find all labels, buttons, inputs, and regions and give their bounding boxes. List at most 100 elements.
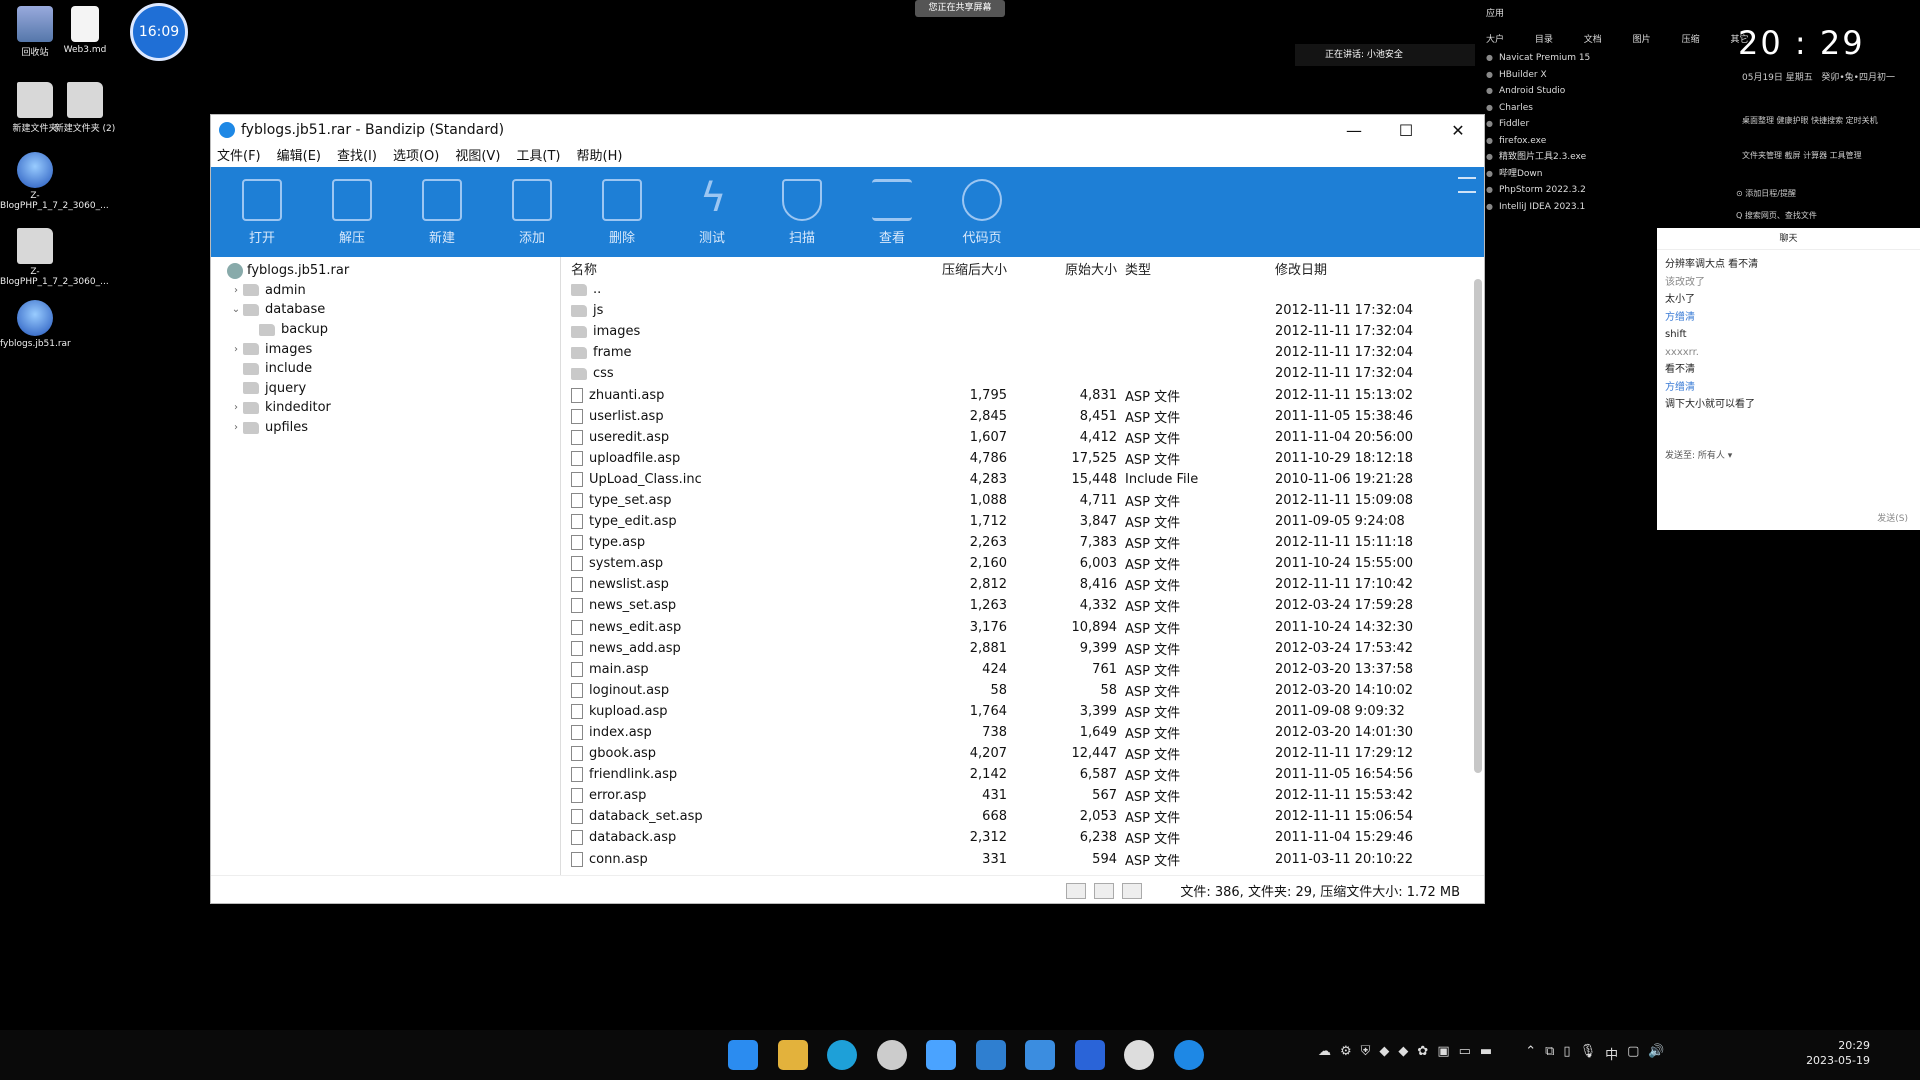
file-row[interactable]: type_edit.asp 1,712 3,847 ASP 文件 2011-09-05 … — [561, 511, 1484, 532]
vertical-scrollbar[interactable] — [1474, 279, 1482, 773]
display-icon[interactable]: ▢ — [1627, 1044, 1639, 1063]
app-shortcut[interactable]: Android Studio — [1486, 83, 1590, 100]
tree-node[interactable]: ⌄ database — [211, 300, 560, 320]
file-row[interactable]: userlist.asp 2,845 8,451 ASP 文件 2011-11-05 1… — [561, 406, 1484, 427]
app-shortcut[interactable]: IntelliJ IDEA 2023.1 — [1486, 199, 1590, 216]
tree-node[interactable]: › upfiles — [211, 418, 560, 438]
p-app-icon[interactable] — [1074, 1040, 1105, 1070]
category-tab[interactable]: 图片 — [1633, 35, 1651, 45]
file-row[interactable]: kupload.asp 1,764 3,399 ASP 文件 2011-09-08 9:… — [561, 701, 1484, 722]
file-row[interactable]: loginout.asp 58 58 ASP 文件 2012-03-20 14:10:0… — [561, 680, 1484, 701]
category-tab[interactable]: 大户 — [1486, 35, 1504, 45]
expand-arrow-icon[interactable]: › — [229, 344, 243, 355]
file-row[interactable]: system.asp 2,160 6,003 ASP 文件 2011-10-24 15:… — [561, 553, 1484, 574]
file-row[interactable]: gbook.asp 4,207 12,447 ASP 文件 2012-11-11 17:… — [561, 743, 1484, 764]
maximize-icon[interactable]: ☐ — [1380, 121, 1432, 140]
quick-tools-row-1[interactable]: 桌面整理 健康护眼 快捷搜索 定时关机 — [1742, 115, 1878, 126]
battery-icon[interactable]: ▯ — [1563, 1044, 1570, 1063]
menu-help[interactable]: 帮助(H) — [577, 145, 623, 167]
menu-tools[interactable]: 工具(T) — [516, 145, 560, 167]
send-button[interactable]: 发送(S) — [1877, 511, 1908, 524]
app-shortcut[interactable]: Navicat Premium 15 — [1486, 50, 1590, 67]
file-row[interactable]: error.asp 431 567 ASP 文件 2012-11-11 15:53:42 — [561, 785, 1484, 806]
file-row[interactable]: news_set.asp 1,263 4,332 ASP 文件 2012-03-24 1… — [561, 595, 1484, 616]
desktop-icon-new-folder-2[interactable]: 新建文件夹 (2) — [50, 82, 120, 134]
desktop-icon-zblog-folder[interactable]: Z-BlogPHP_1_7_2_3060_... — [0, 228, 109, 287]
file-row[interactable]: news_add.asp 2,881 9,399 ASP 文件 2012-03-24 1… — [561, 638, 1484, 659]
desktop-icon-web3-md[interactable]: Web3.md — [50, 6, 120, 55]
file-row[interactable]: uploadfile.asp 4,786 17,525 ASP 文件 2011-10-2… — [561, 448, 1484, 469]
menu-file[interactable]: 文件(F) — [217, 145, 261, 167]
category-tab[interactable]: 压缩 — [1682, 35, 1700, 45]
view-details-icon[interactable] — [1066, 882, 1087, 899]
tree-node[interactable]: include — [211, 359, 560, 379]
app-shortcut[interactable]: PhpStorm 2022.3.2 — [1486, 182, 1590, 199]
file-row[interactable]: databack_set.asp 668 2,053 ASP 文件 2012-11-11… — [561, 806, 1484, 827]
file-row[interactable]: main.asp 424 761 ASP 文件 2012-03-20 13:37:58 — [561, 659, 1484, 680]
network-icon[interactable]: ⧉ — [1545, 1044, 1554, 1063]
file-row[interactable]: news_edit.asp 3,176 10,894 ASP 文件 2011-10-24… — [561, 617, 1484, 638]
tree-node[interactable]: › kindeditor — [211, 398, 560, 418]
tree-node[interactable]: backup — [211, 320, 560, 340]
tree-node[interactable]: jquery — [211, 379, 560, 399]
add-button[interactable]: 添加 — [487, 167, 577, 257]
file-row[interactable]: .. — [561, 279, 1484, 300]
column-modified-date[interactable]: 修改日期 — [1275, 259, 1415, 278]
app-shortcut[interactable]: Fiddler — [1486, 116, 1590, 133]
edge-browser-icon[interactable] — [827, 1040, 857, 1070]
app-shortcut[interactable]: 哔哩Down — [1486, 166, 1590, 183]
codepage-button[interactable]: 代码页 — [937, 167, 1027, 257]
app-shortcut[interactable]: 精致图片工具2.3.exe — [1486, 149, 1590, 166]
new-archive-button[interactable]: 新建 — [397, 167, 487, 257]
file-row[interactable]: friendlink.asp 2,142 6,587 ASP 文件 2011-11-05… — [561, 764, 1484, 785]
menu-view[interactable]: 视图(V) — [455, 145, 500, 167]
expand-arrow-icon[interactable]: › — [229, 285, 243, 296]
view-list-icon[interactable] — [1094, 882, 1115, 899]
view-button[interactable]: 查看 — [847, 167, 937, 257]
app-shortcut[interactable]: Charles — [1486, 100, 1590, 117]
file-row[interactable]: images 2012-11-11 17:32:04 — [561, 321, 1484, 342]
category-tab[interactable]: 文档 — [1584, 35, 1602, 45]
column-type[interactable]: 类型 — [1117, 259, 1275, 278]
column-compressed-size[interactable]: 压缩后大小 — [937, 259, 1007, 278]
file-row[interactable]: UpLoad_Class.inc 4,283 15,448 Include File 2… — [561, 469, 1484, 490]
test-button[interactable]: 测试 — [667, 167, 757, 257]
obs-icon[interactable] — [1124, 1040, 1154, 1070]
category-tab[interactable]: 目录 — [1535, 35, 1553, 45]
settings-icon[interactable]: ⚙ — [1340, 1044, 1352, 1063]
taskbar-clock[interactable]: 20:29 2023-05-19 — [1800, 1038, 1870, 1068]
chevron-up-icon[interactable]: ⌃ — [1525, 1044, 1536, 1063]
menu-options[interactable]: 选项(O) — [393, 145, 439, 167]
app-shortcut[interactable]: firefox.exe — [1486, 133, 1590, 150]
chrome-browser-icon[interactable] — [876, 1040, 907, 1070]
tray-app-icon[interactable]: ▬ — [1480, 1044, 1492, 1063]
tray-app-icon[interactable]: ▭ — [1459, 1044, 1471, 1063]
meeting-app-icon[interactable] — [1025, 1040, 1055, 1070]
task-view-icon[interactable] — [975, 1040, 1006, 1070]
menu-edit[interactable]: 编辑(E) — [277, 145, 321, 167]
quick-tools-row-2[interactable]: 文件夹管理 截屏 计算器 工具管理 — [1742, 150, 1862, 161]
cloud-icon[interactable]: ☁ — [1318, 1044, 1331, 1063]
start-icon[interactable] — [728, 1040, 758, 1070]
column-name[interactable]: 名称 — [561, 259, 937, 278]
extract-button[interactable]: 解压 — [307, 167, 397, 257]
shield-tray-icon[interactable]: ⛨ — [1361, 1044, 1371, 1063]
expand-arrow-icon[interactable]: › — [229, 422, 243, 433]
file-row[interactable]: newslist.asp 2,812 8,416 ASP 文件 2012-11-11 1… — [561, 574, 1484, 595]
file-row[interactable]: frame 2012-11-11 17:32:04 — [561, 342, 1484, 363]
menu-find[interactable]: 查找(I) — [337, 145, 377, 167]
tray-app-icon[interactable]: ◆ — [1379, 1044, 1389, 1063]
file-row[interactable]: zhuanti.asp 1,795 4,831 ASP 文件 2012-11-11 15… — [561, 384, 1484, 405]
file-row[interactable]: databack.asp 2,312 6,238 ASP 文件 2011-11-04 1… — [561, 827, 1484, 848]
floating-clock-badge[interactable]: 16:09 — [130, 3, 188, 61]
add-schedule-link[interactable]: ⊙ 添加日程/提醒 — [1736, 188, 1796, 199]
app-shortcut-icon[interactable] — [926, 1040, 956, 1070]
volume-icon[interactable]: 🔊 — [1648, 1044, 1664, 1063]
expand-arrow-icon[interactable]: ⌄ — [229, 304, 243, 315]
desktop-icon-fyblogs-rar[interactable]: fyblogs.jb51.rar — [0, 300, 71, 349]
title-bar[interactable]: fyblogs.jb51.rar - Bandizip (Standard) —… — [211, 115, 1484, 145]
tray-app-icon[interactable]: ▣ — [1437, 1044, 1449, 1063]
view-preview-icon[interactable] — [1122, 882, 1143, 899]
tray-app-icon[interactable]: ◆ — [1398, 1044, 1408, 1063]
hamburger-menu-icon[interactable] — [1458, 177, 1476, 193]
